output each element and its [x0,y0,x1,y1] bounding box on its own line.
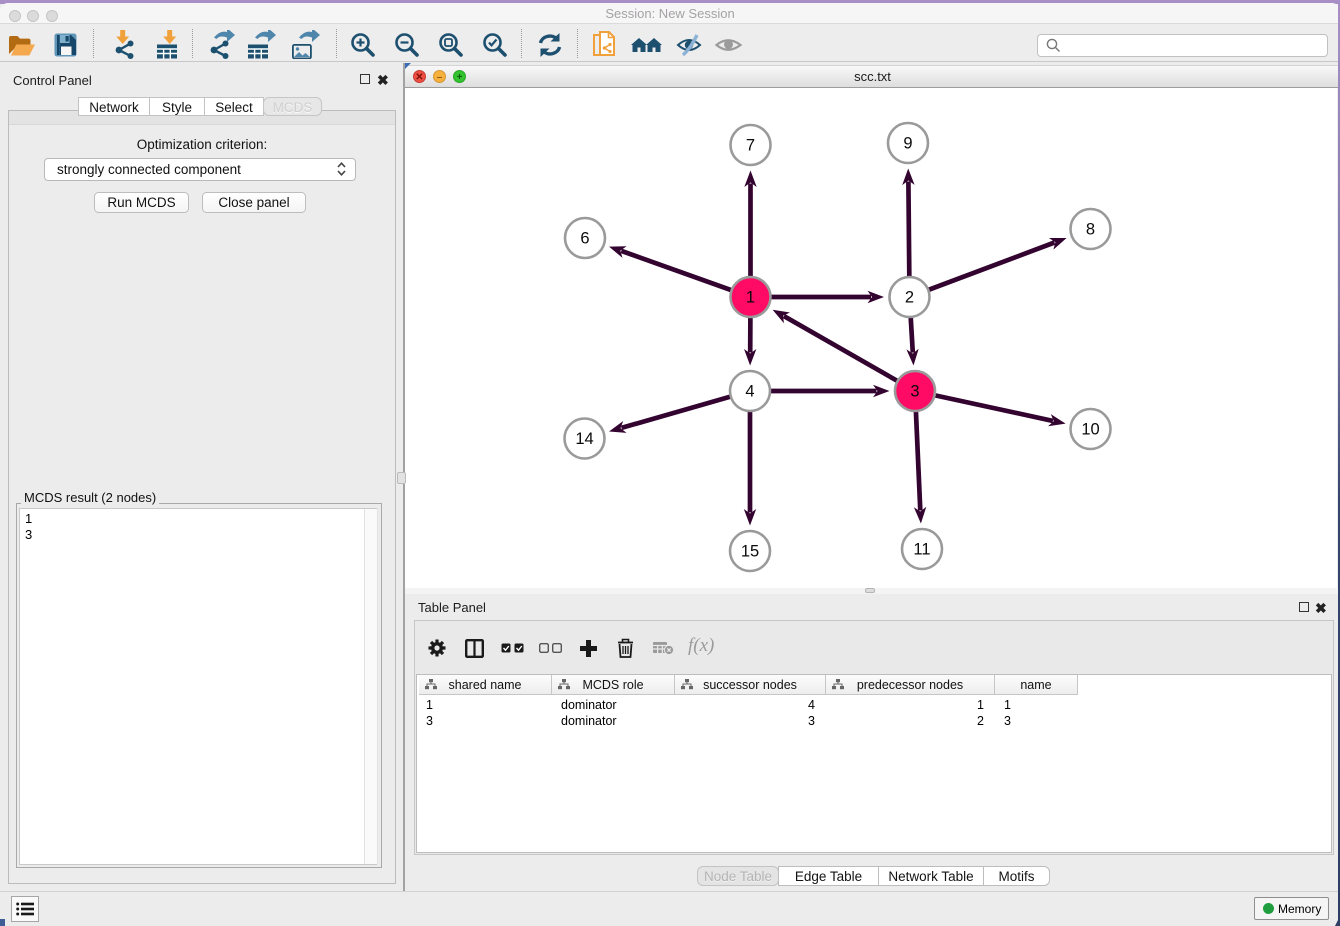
svg-text:10: 10 [1081,421,1099,439]
svg-text:15: 15 [741,543,759,561]
svg-text:2: 2 [905,289,914,307]
svg-text:14: 14 [575,430,593,448]
svg-text:1: 1 [746,289,755,307]
svg-text:3: 3 [910,383,919,401]
svg-text:6: 6 [580,230,589,248]
svg-text:8: 8 [1086,221,1095,239]
svg-text:4: 4 [745,383,754,401]
svg-text:9: 9 [903,135,912,153]
svg-text:7: 7 [746,137,755,155]
svg-text:11: 11 [913,541,930,559]
